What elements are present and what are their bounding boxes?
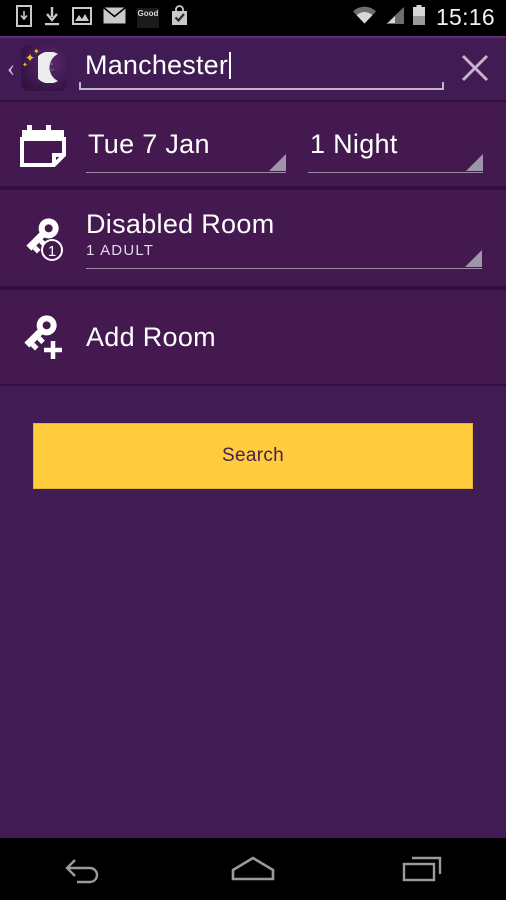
crescent-moon-icon [38,52,58,83]
back-arrow-icon [65,859,99,884]
moon-stars-logo: ✦ ✦ ✦ [21,45,67,91]
back-chevron-icon[interactable]: ‹ [2,56,20,81]
nav-back-button[interactable] [0,838,169,900]
date-spinners: Tue 7 Jan 1 Night [86,115,506,173]
home-icon [231,856,275,881]
date-row[interactable]: Tue 7 Jan 1 Night [0,100,506,188]
add-room-row[interactable]: Add Room [0,288,506,386]
text-caret [229,52,232,79]
dropdown-triangle-icon [465,249,482,267]
download-icon [43,5,61,32]
key-plus-icon [0,311,86,363]
add-room-label: Add Room [86,321,216,352]
status-bar-notification-icons: Good [0,4,189,32]
destination-search-value: Manchester [85,46,232,84]
search-header: ‹ ✦ ✦ ✦ Manchester [0,38,506,98]
key-1-icon: 1 [0,212,86,264]
destination-search-field[interactable]: Manchester [79,42,444,94]
close-icon [461,54,489,82]
status-bar-clock: 15:16 [435,3,495,30]
checkin-date-spinner[interactable]: Tue 7 Jan [86,115,286,173]
phone-download-icon [16,4,32,32]
mail-icon [102,6,127,29]
checkin-date-value: Tue 7 Jan [88,129,210,159]
battery-icon [412,5,426,31]
clear-search-button[interactable] [444,38,506,98]
room-selector[interactable]: Disabled Room 1 ADULT [86,208,506,269]
nav-home-button[interactable] [169,838,338,900]
nights-value: 1 Night [310,129,398,159]
room-row[interactable]: 1 Disabled Room 1 ADULT [0,188,506,288]
spinner-underline [86,267,482,269]
nights-spinner[interactable]: 1 Night [308,115,483,173]
calendar-icon [0,119,86,169]
spinner-underline [86,172,286,173]
wifi-icon [352,6,377,30]
booking-form: Tue 7 Jan 1 Night 1 Disabled Room 1 ADUL… [0,100,506,386]
shopping-bag-check-icon [170,5,189,31]
cellular-signal-icon [384,6,405,30]
android-navigation-bar [0,838,506,900]
dropdown-triangle-icon [269,154,286,171]
good-app-label: Good [137,9,159,18]
nav-recents-button[interactable] [337,838,506,900]
dropdown-triangle-icon [466,154,483,171]
spinner-underline [308,172,483,173]
room-occupancy-value: 1 ADULT [86,241,155,259]
good-app-icon: Good [137,8,159,28]
search-field-underline [79,82,444,90]
status-bar-system-icons: 15:16 [352,5,506,31]
star-icon: ✦ [22,62,28,69]
svg-text:1: 1 [48,243,56,260]
app-screen: Good 15:16 ‹ ✦ ✦ ✦ Manchester Tue 7 Jan … [0,0,506,900]
search-button[interactable]: Search [33,423,473,489]
recent-apps-icon [402,856,441,882]
status-bar: Good 15:16 [0,0,506,36]
room-type-value: Disabled Room [86,208,275,239]
image-icon [72,6,92,30]
